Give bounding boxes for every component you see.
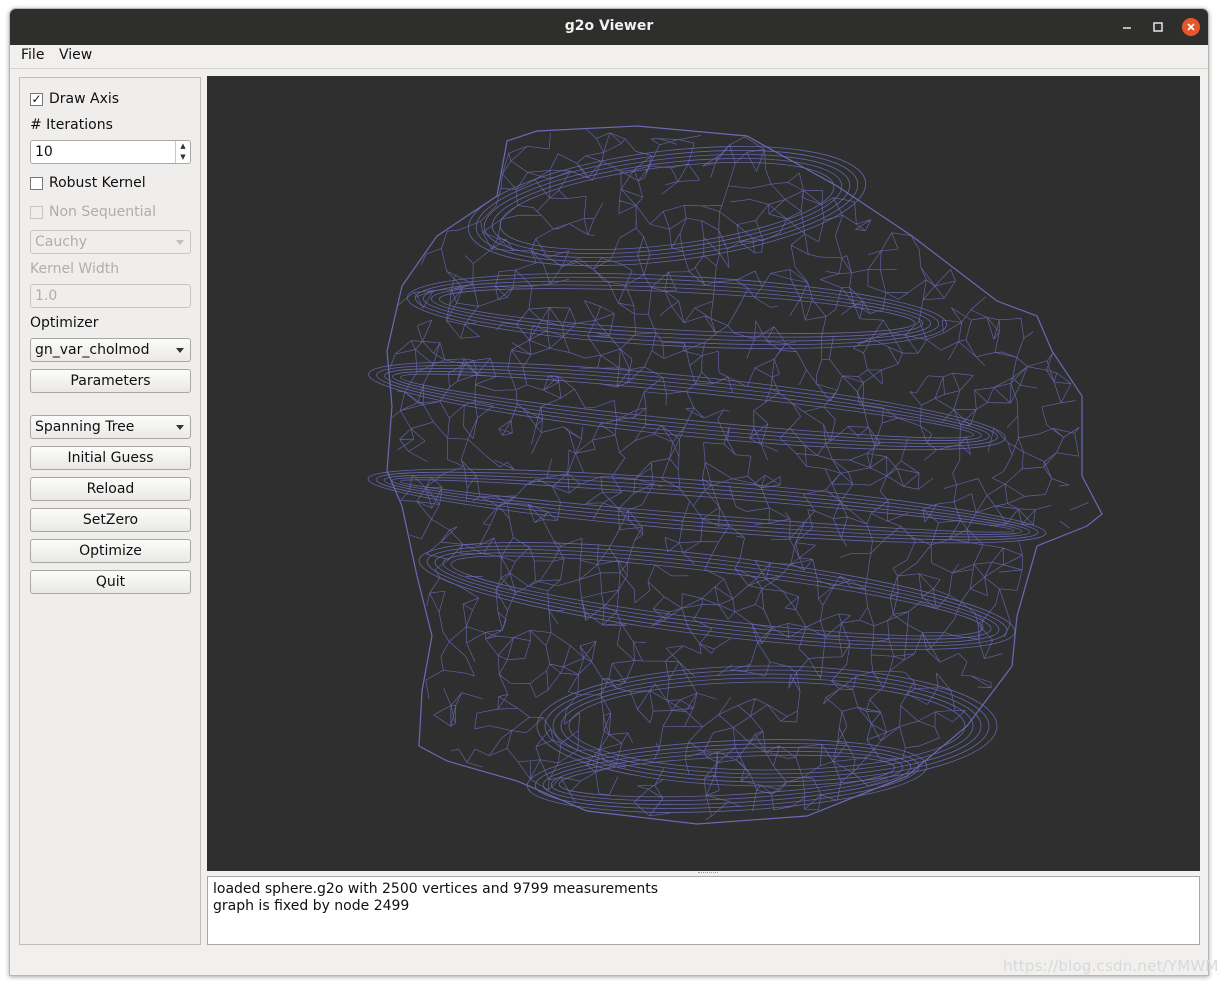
checkbox-unchecked[interactable] (30, 177, 43, 190)
non-sequential-checkbox[interactable]: Non Sequential (30, 204, 191, 222)
robust-kernel-checkbox[interactable]: Robust Kernel (30, 175, 191, 193)
iterations-label: # Iterations (30, 117, 113, 133)
kernel-width-label: Kernel Width (30, 261, 120, 277)
setzero-button[interactable]: SetZero (30, 508, 191, 532)
close-icon[interactable] (1182, 18, 1200, 36)
control-panel: ✓ Draw Axis # Iterations 10 ▲ ▼ Robust Ke… (19, 77, 201, 945)
3d-viewport[interactable] (207, 76, 1200, 871)
kernel-select[interactable]: Cauchy (30, 230, 191, 254)
checkbox-checked[interactable]: ✓ (30, 93, 43, 106)
quit-button[interactable]: Quit (30, 570, 191, 594)
optimize-button[interactable]: Optimize (30, 539, 191, 563)
draw-axis-label: Draw Axis (49, 91, 120, 107)
mesh-ring (438, 288, 916, 334)
spin-arrows-icon[interactable]: ▲ ▼ (175, 141, 190, 163)
checkbox-disabled[interactable] (30, 206, 43, 219)
kernel-select-value: Cauchy (35, 234, 88, 250)
mesh-ring (499, 161, 835, 251)
output-console: loaded sphere.g2o with 2500 vertices and… (207, 876, 1200, 945)
mesh-ring (568, 681, 966, 771)
menu-view[interactable]: View (59, 47, 92, 63)
mesh-ring (392, 371, 982, 441)
chevron-down-icon (176, 348, 184, 353)
mesh-ring (368, 361, 1006, 451)
mesh-ring (422, 280, 932, 342)
optimizer-label: Optimizer (30, 315, 99, 331)
mesh-ring (544, 669, 990, 783)
parameters-button[interactable]: Parameters (30, 369, 191, 393)
mesh-ring (406, 273, 948, 349)
iterations-spinbox[interactable]: 10 ▲ ▼ (30, 140, 191, 164)
window-title: g2o Viewer (564, 18, 654, 34)
initial-guess-button[interactable]: Initial Guess (30, 446, 191, 470)
kernel-width-field[interactable]: 1.0 (30, 284, 191, 308)
iterations-value: 10 (35, 144, 53, 160)
mesh-ring (384, 368, 990, 444)
initial-guess-select[interactable]: Spanning Tree (30, 415, 191, 439)
optimizer-select-value: gn_var_cholmod (35, 342, 150, 358)
mesh-ring (534, 743, 920, 809)
console-line: loaded sphere.g2o with 2500 vertices and… (213, 881, 659, 897)
mesh-ring (475, 149, 859, 263)
chevron-down-icon (176, 425, 184, 430)
chevron-down-icon (176, 240, 184, 245)
console-line: graph is fixed by node 2499 (213, 898, 410, 914)
mesh-ring (560, 677, 974, 775)
sphere-wireframe (367, 125, 1103, 825)
mesh-ring (399, 479, 1015, 533)
mesh-ring (483, 153, 851, 259)
title-bar[interactable]: g2o Viewer (10, 9, 1208, 45)
watermark: https://blog.csdn.net/YMWM_ (1003, 957, 1219, 975)
robust-kernel-label: Robust Kernel (49, 175, 146, 191)
kernel-width-value: 1.0 (35, 288, 58, 304)
reload-button[interactable]: Reload (30, 477, 191, 501)
menu-file[interactable]: File (21, 47, 44, 63)
maximize-icon[interactable] (1149, 18, 1167, 36)
mesh-ring (391, 477, 1023, 535)
menu-bar: File View (10, 45, 1208, 69)
mesh-ring (383, 474, 1031, 538)
initial-guess-select-value: Spanning Tree (35, 419, 135, 435)
optimizer-select[interactable]: gn_var_cholmod (30, 338, 191, 362)
app-window: g2o Viewer File View ✓ Draw Axis # Itera… (9, 8, 1209, 976)
non-sequential-label: Non Sequential (49, 204, 156, 220)
minimize-icon[interactable] (1118, 18, 1136, 36)
draw-axis-checkbox[interactable]: ✓ Draw Axis (30, 91, 191, 109)
